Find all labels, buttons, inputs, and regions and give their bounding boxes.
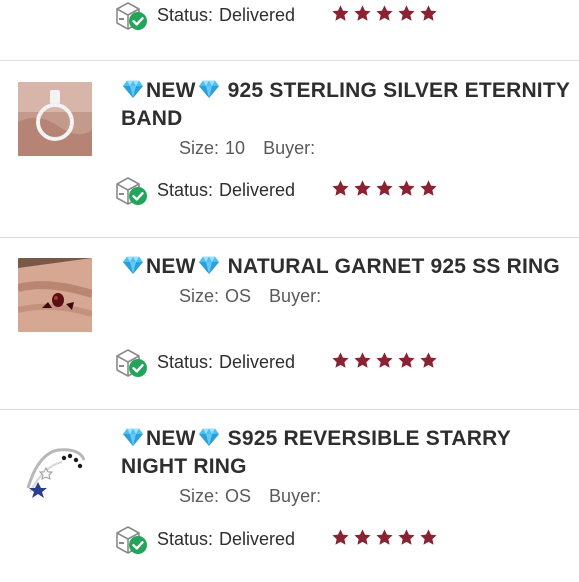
star-icon: [397, 351, 416, 370]
item-title[interactable]: NEW NATURAL GARNET 925 SS RING: [121, 253, 573, 281]
gem-icon: [121, 255, 145, 275]
gem-icon: [197, 79, 221, 99]
status-label: Status:: [157, 5, 214, 25]
star-icon: [331, 528, 350, 547]
buyer-label: Buyer:: [269, 486, 322, 506]
order-row-partial[interactable]: Status: Delivered: [0, 0, 579, 61]
delivered-box-icon: [114, 1, 150, 31]
status-value: Delivered: [219, 529, 296, 549]
buyer-label: Buyer:: [263, 138, 316, 158]
star-icon: [419, 351, 438, 370]
star-icon: [419, 4, 438, 23]
size-value: OS: [225, 486, 252, 506]
rating-stars: [331, 179, 438, 201]
starry-night-ring-photo: [18, 430, 92, 504]
star-icon: [419, 179, 438, 198]
gem-icon: [197, 427, 221, 447]
star-icon: [353, 351, 372, 370]
redacted-mark: [118, 282, 158, 316]
size-value: OS: [225, 286, 252, 306]
silver-pendant-ring-photo: [18, 82, 92, 156]
rating-stars: [331, 4, 438, 26]
item-meta: Size: OS Buyer:: [179, 285, 321, 307]
item-meta: Size: OS Buyer:: [179, 485, 321, 507]
item-meta: Size: 10 Buyer:: [179, 137, 315, 159]
star-icon: [419, 528, 438, 547]
star-icon: [375, 528, 394, 547]
delivered-box-icon: [114, 348, 150, 378]
redacted-mark: [325, 126, 445, 168]
delivery-status: Status: Delivered: [114, 176, 454, 206]
delivery-status: Status: Delivered: [114, 525, 454, 555]
size-value: 10: [225, 138, 246, 158]
star-icon: [331, 179, 350, 198]
redacted-mark: [330, 284, 472, 324]
order-row[interactable]: NEW S925 REVERSIBLE STARRY NIGHT RING Si…: [0, 410, 579, 582]
star-icon: [353, 179, 372, 198]
delivered-box-icon: [114, 525, 150, 555]
size-label: Size:: [179, 286, 220, 306]
star-icon: [331, 4, 350, 23]
gem-icon: [121, 427, 145, 447]
star-icon: [353, 528, 372, 547]
status-label: Status:: [157, 352, 214, 372]
item-thumbnail[interactable]: [18, 430, 92, 504]
item-thumbnail[interactable]: [18, 258, 92, 332]
star-icon: [397, 179, 416, 198]
item-title[interactable]: NEW S925 REVERSIBLE STARRY NIGHT RING: [121, 425, 573, 481]
gem-icon: [197, 255, 221, 275]
delivery-status: Status: Delivered: [114, 1, 454, 31]
redacted-mark: [325, 476, 447, 518]
rating-stars: [331, 528, 438, 550]
status-value: Delivered: [219, 352, 296, 372]
buyer-label: Buyer:: [269, 286, 322, 306]
garnet-ring-on-hand-photo: [18, 258, 92, 332]
star-icon: [353, 4, 372, 23]
gem-icon: [121, 79, 145, 99]
redacted-mark: [113, 134, 165, 166]
rating-stars: [331, 351, 438, 373]
status-value: Delivered: [219, 5, 296, 25]
delivery-status: Status: Delivered: [114, 348, 454, 378]
item-thumbnail[interactable]: [18, 82, 92, 156]
new-badge: NEW: [146, 427, 196, 450]
order-row[interactable]: NEW 925 STERLING SILVER ETERNITY BAND Si…: [0, 62, 579, 238]
item-title[interactable]: NEW 925 STERLING SILVER ETERNITY BAND: [121, 77, 573, 133]
star-icon: [375, 4, 394, 23]
status-label: Status:: [157, 180, 214, 200]
size-label: Size:: [179, 138, 220, 158]
star-icon: [375, 179, 394, 198]
star-icon: [375, 351, 394, 370]
delivered-box-icon: [114, 176, 150, 206]
star-icon: [331, 351, 350, 370]
status-label: Status:: [157, 529, 214, 549]
new-badge: NEW: [146, 255, 196, 278]
item-title-text: NATURAL GARNET 925 SS RING: [227, 255, 560, 278]
star-icon: [397, 528, 416, 547]
star-icon: [397, 4, 416, 23]
redacted-mark: [116, 482, 168, 514]
size-label: Size:: [179, 486, 220, 506]
status-value: Delivered: [219, 180, 296, 200]
order-row[interactable]: NEW NATURAL GARNET 925 SS RING Size: OS Bu…: [0, 238, 579, 410]
new-badge: NEW: [146, 79, 196, 102]
